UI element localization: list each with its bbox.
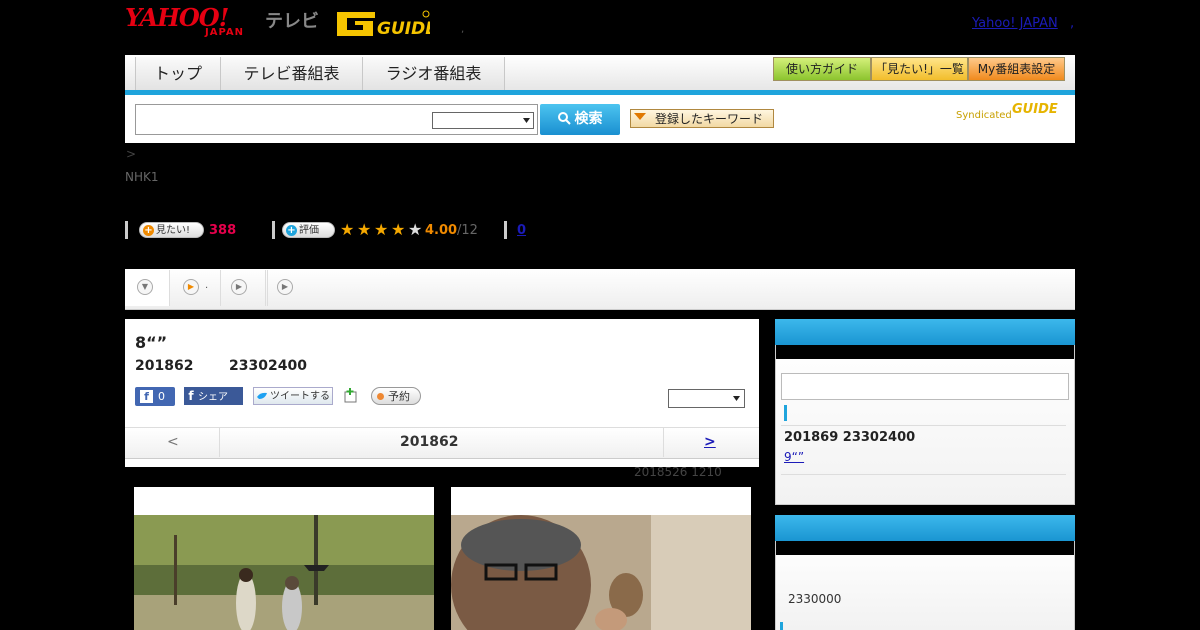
program-time: 23302400	[229, 358, 307, 374]
channel-name: NHK1	[125, 170, 159, 184]
add-to-list-icon[interactable]	[343, 387, 359, 403]
divider	[781, 474, 1066, 475]
facebook-share-button[interactable]: f シェア	[184, 387, 243, 405]
rating-count: /12	[457, 223, 478, 238]
current-date: 201862	[400, 434, 459, 450]
gguide-logo-text: GUIDE	[377, 19, 430, 39]
header-separator: ,	[461, 24, 465, 35]
twitter-bird-icon	[257, 392, 267, 399]
program-title: 8“”	[135, 333, 168, 352]
section-marker	[784, 405, 787, 421]
tab-4[interactable]	[266, 270, 268, 306]
sidebar-input[interactable]	[781, 373, 1069, 400]
play-icon: ▶	[277, 279, 293, 295]
yahoo-japan-link[interactable]: Yahoo! JAPAN	[972, 16, 1058, 31]
plus-icon: +	[143, 225, 154, 236]
prev-date-link[interactable]: <	[167, 434, 179, 450]
divider	[219, 428, 220, 457]
star-icon: ★	[357, 220, 372, 239]
chevron-down-icon	[733, 396, 740, 401]
man-with-artifact-image	[451, 515, 751, 630]
facebook-like-count: 0	[158, 390, 165, 403]
stat-divider	[125, 221, 128, 239]
search-icon	[557, 112, 571, 125]
chevron-down-icon	[523, 118, 530, 123]
star-icon: ★	[374, 220, 389, 239]
program-date: 201862	[135, 358, 194, 374]
tv-logo[interactable]: テレビ	[265, 7, 319, 33]
next-broadcast-link[interactable]: 9“”	[784, 450, 883, 464]
plus-icon: +	[286, 225, 297, 236]
nav-tab-top[interactable]: トップ	[135, 57, 221, 90]
yahoo-japan-sublogo: JAPAN	[205, 27, 244, 38]
divider	[781, 425, 1066, 426]
program-photo-2[interactable]	[451, 487, 751, 630]
breadcrumb[interactable]: >	[126, 147, 136, 161]
rating-value: 4.00	[425, 223, 458, 238]
facebook-icon: f	[188, 389, 194, 403]
usage-guide-button[interactable]: 使い方ガイド	[773, 57, 871, 81]
section-marker	[780, 622, 783, 630]
comment-count-link[interactable]: 0	[517, 223, 526, 238]
dropdown-arrow-icon	[634, 113, 646, 120]
search-category-select[interactable]	[432, 112, 534, 129]
nav-tab-radio-listings[interactable]: ラジオ番組表	[362, 57, 505, 90]
sidebar-title-strip-2	[776, 541, 1074, 555]
next-date-link[interactable]: >	[704, 434, 716, 450]
play-icon: ▶	[183, 279, 199, 295]
sidebar-info-text: 2330000	[788, 592, 842, 606]
stat-divider	[272, 221, 275, 239]
registered-keyword-button[interactable]: 登録したキーワード	[630, 109, 774, 128]
facebook-icon: f	[140, 390, 153, 403]
nav-tab-tv-listings[interactable]: テレビ番組表	[220, 57, 363, 90]
star-icon: ★	[340, 220, 355, 239]
tab-2-label: .	[205, 280, 209, 291]
header-link-separator: ,	[1070, 16, 1075, 31]
search-button[interactable]: 検索	[540, 104, 620, 135]
facebook-like-button[interactable]: f0	[135, 387, 175, 406]
divider	[663, 428, 664, 457]
star-empty-icon: ★	[408, 220, 423, 239]
gguide-logo[interactable]: GUIDE	[335, 8, 430, 40]
my-listings-settings-button[interactable]: My番組表設定	[968, 57, 1065, 81]
program-photo-1[interactable]	[134, 487, 434, 630]
star-icon: ★	[391, 220, 406, 239]
program-action-select[interactable]	[668, 389, 745, 408]
syndicated-gguide-logo: GUIDE	[1012, 102, 1058, 117]
syndicated-label: Syndicated	[956, 110, 1012, 121]
sidebar-title-strip	[776, 345, 1074, 359]
sidebar-header	[775, 319, 1075, 345]
sidebar-header-2	[775, 515, 1075, 541]
record-icon	[377, 393, 384, 400]
park-scene-image	[134, 515, 434, 630]
next-broadcast-datetime: 201869 23302400	[784, 430, 916, 445]
search-button-label: 検索	[574, 111, 603, 127]
want-list-button[interactable]: 「見たい!」一覧	[871, 57, 968, 81]
stat-divider	[504, 221, 507, 239]
updated-timestamp: 2018526 1210	[634, 465, 722, 479]
chevron-down-icon: ▼	[137, 279, 153, 295]
play-icon: ▶	[231, 279, 247, 295]
facebook-share-label: シェア	[198, 392, 228, 403]
want-count: 388	[209, 223, 237, 238]
